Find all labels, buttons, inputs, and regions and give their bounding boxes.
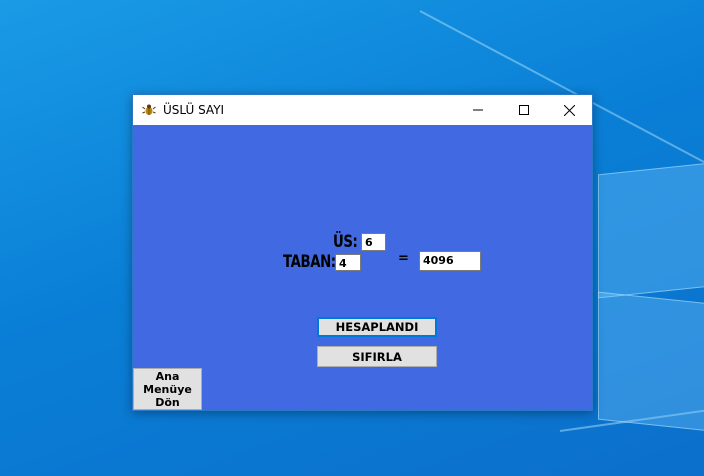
maximize-button[interactable] (501, 95, 547, 125)
back-to-menu-button[interactable]: Ana Menüye Dön (133, 368, 202, 410)
menu-button-label-line: Ana (155, 369, 180, 383)
minimize-icon (473, 109, 483, 111)
close-button[interactable] (546, 95, 592, 125)
wallpaper-logo-pane (598, 161, 704, 299)
title-bar[interactable]: ÜSLÜ SAYI (133, 95, 592, 125)
close-icon (563, 104, 575, 116)
minimize-button[interactable] (455, 95, 501, 125)
window-title: ÜSLÜ SAYI (163, 103, 225, 117)
calculate-button[interactable]: HESAPLANDI (317, 317, 437, 337)
desktop-background: ÜSLÜ SAYI ÜS: 6 TABAN: 4 = 4096 HESAPLAN… (0, 0, 704, 476)
exponent-input[interactable]: 6 (361, 233, 386, 251)
equals-sign: = (398, 251, 409, 266)
menu-button-label-line: Menüye (143, 382, 192, 396)
base-label: TABAN: (283, 252, 336, 272)
menu-button-label-line: Dön (155, 395, 180, 409)
reset-button[interactable]: SIFIRLA (317, 346, 437, 367)
result-field[interactable]: 4096 (419, 251, 481, 271)
form-client-area: ÜS: 6 TABAN: 4 = 4096 HESAPLANDI SIFIRLA… (133, 125, 592, 410)
wallpaper-logo-pane (598, 291, 704, 433)
base-input[interactable]: 4 (335, 254, 361, 271)
bug-app-icon (142, 104, 156, 115)
app-window: ÜSLÜ SAYI ÜS: 6 TABAN: 4 = 4096 HESAPLAN… (132, 94, 593, 411)
maximize-icon (519, 105, 529, 115)
exponent-label: ÜS: (333, 232, 358, 252)
